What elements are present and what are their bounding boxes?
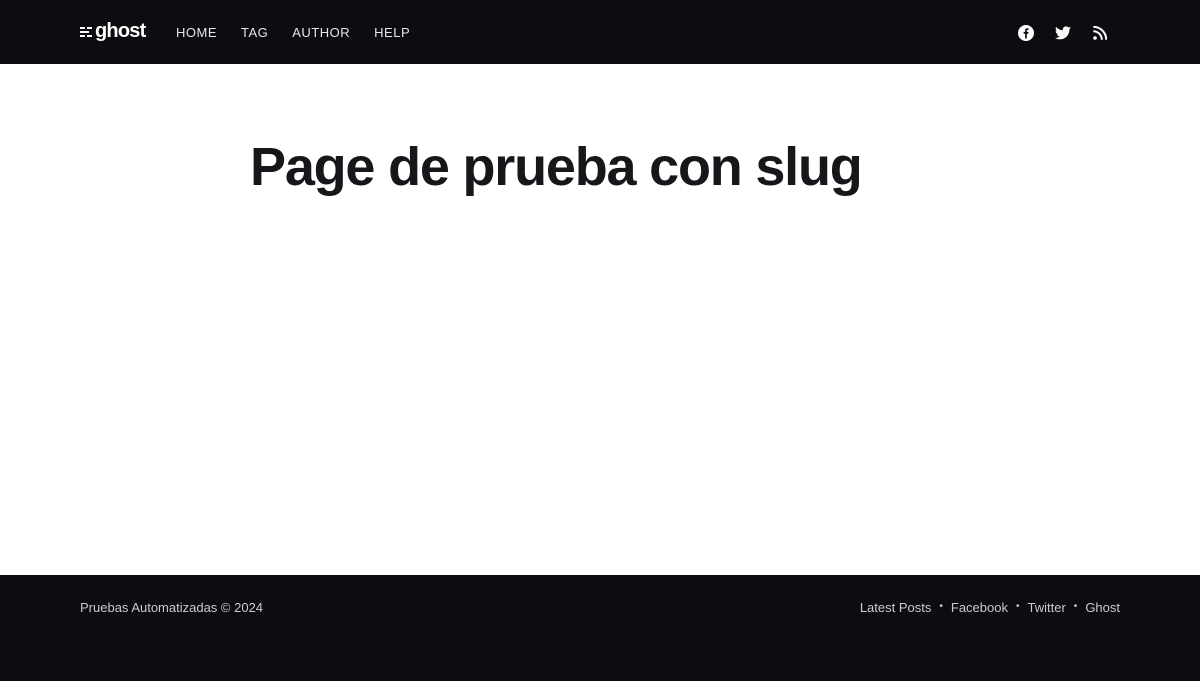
nav-item-author[interactable]: AUTHOR bbox=[292, 25, 350, 40]
footer-link-ghost[interactable]: Ghost bbox=[1085, 600, 1120, 615]
footer-copyright: Pruebas Automatizadas © 2024 bbox=[80, 600, 264, 615]
twitter-icon[interactable] bbox=[1053, 23, 1073, 43]
social-links bbox=[999, 23, 1110, 43]
facebook-icon[interactable] bbox=[1016, 23, 1036, 43]
footer-link-twitter[interactable]: Twitter bbox=[1028, 600, 1066, 615]
footer-separator: • bbox=[939, 601, 943, 612]
footer-link-facebook[interactable]: Facebook bbox=[951, 600, 1008, 615]
ghost-logo-icon bbox=[80, 26, 92, 38]
main-nav: HOME TAG AUTHOR HELP bbox=[176, 0, 434, 64]
nav-item-tag[interactable]: TAG bbox=[241, 25, 268, 40]
nav-item-help[interactable]: HELP bbox=[374, 25, 410, 40]
footer-separator: • bbox=[1073, 601, 1078, 612]
site-header: ghost HOME TAG AUTHOR HELP bbox=[0, 0, 1200, 64]
site-footer: Pruebas Automatizadas © 2024 Latest Post… bbox=[0, 575, 1200, 681]
footer-link-latest-posts[interactable]: Latest Posts bbox=[860, 600, 932, 615]
rss-icon[interactable] bbox=[1090, 23, 1110, 43]
page-title: Page de prueba con slug bbox=[250, 137, 863, 197]
footer-nav: Latest Posts • Facebook • Twitter • Ghos… bbox=[860, 600, 1120, 615]
footer-separator: • bbox=[1015, 601, 1020, 612]
site-logo-text: ghost bbox=[95, 20, 146, 42]
nav-item-home[interactable]: HOME bbox=[176, 25, 217, 40]
site-logo[interactable]: ghost bbox=[80, 20, 146, 44]
